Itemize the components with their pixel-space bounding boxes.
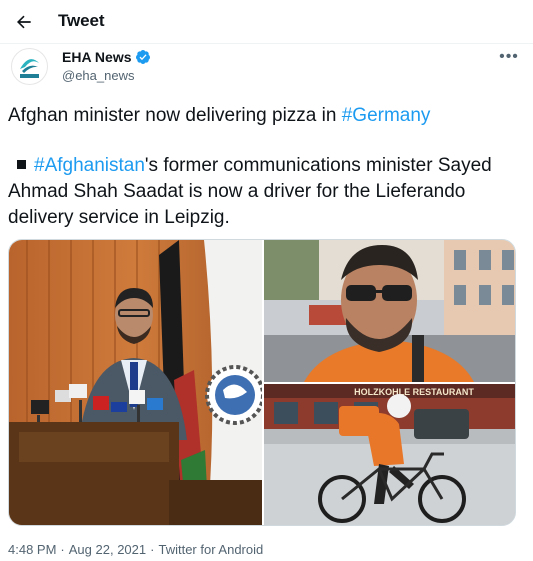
tweet-text: Afghan minister now delivering pizza in xyxy=(8,105,342,126)
back-button[interactable] xyxy=(10,9,38,35)
top-bar: Tweet xyxy=(0,0,533,44)
hashtag-germany[interactable]: #Germany xyxy=(342,105,431,126)
tweet-date[interactable]: Aug 22, 2021 xyxy=(69,542,146,557)
eha-news-logo xyxy=(12,49,47,84)
square-bullet-icon xyxy=(17,159,26,169)
page-title: Tweet xyxy=(58,11,105,30)
tweet-time[interactable]: 4:48 PM xyxy=(8,542,56,557)
hashtag-afghanistan[interactable]: #Afghanistan xyxy=(34,155,145,176)
more-options-button[interactable]: ••• xyxy=(498,48,520,66)
verified-badge-icon xyxy=(135,49,151,65)
author-handle[interactable]: @eha_news xyxy=(62,68,134,83)
bicycle-delivery-photo[interactable]: HOLZKOHLE RESTAURANT xyxy=(264,384,515,525)
more-dots-icon: ••• xyxy=(499,48,519,65)
portrait-street-photo[interactable] xyxy=(264,240,515,382)
author-display-name-row[interactable]: EHA News xyxy=(62,49,151,65)
meta-separator: · xyxy=(60,542,65,557)
media-grid: HOLZKOHLE RESTAURANT xyxy=(8,239,516,526)
avatar[interactable] xyxy=(11,48,48,85)
tweet-meta: 4:48 PM · Aug 22, 2021 · Twitter for And… xyxy=(8,542,263,557)
tweet-text-line1: Afghan minister now delivering pizza in … xyxy=(8,103,430,129)
meta-separator: · xyxy=(150,542,155,557)
press-conference-photo[interactable] xyxy=(9,240,262,525)
author-display-name[interactable]: EHA News xyxy=(62,49,132,65)
tweet-source[interactable]: Twitter for Android xyxy=(158,542,263,557)
tweet-text-paragraph: #Afghanistan's former communications min… xyxy=(8,153,528,231)
restaurant-sign-text: HOLZKOHLE RESTAURANT xyxy=(354,387,474,397)
arrow-left-icon xyxy=(17,15,31,29)
